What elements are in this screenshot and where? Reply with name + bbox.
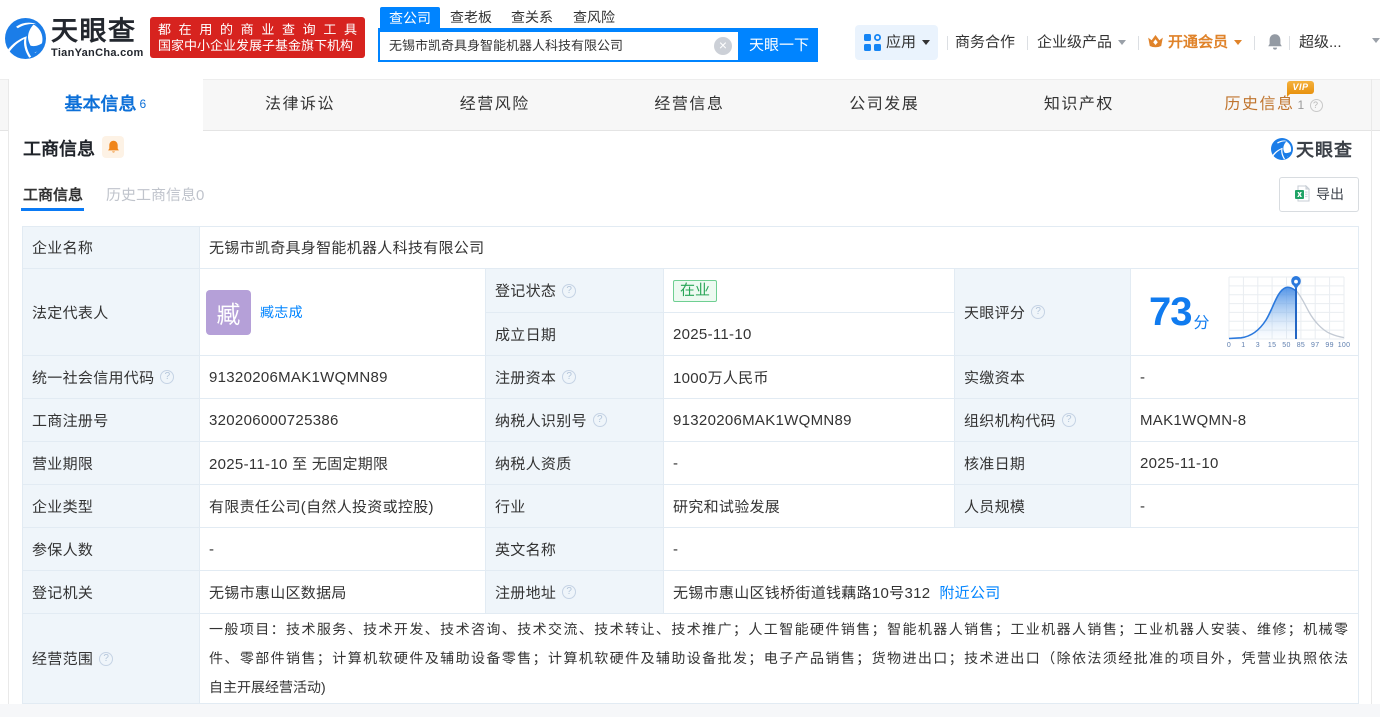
svg-text:15: 15 xyxy=(1268,342,1276,349)
svg-text:0: 0 xyxy=(1227,342,1231,349)
svg-text:50: 50 xyxy=(1282,342,1290,349)
svg-text:100: 100 xyxy=(1338,342,1351,349)
svg-text:97: 97 xyxy=(1311,342,1319,349)
svg-text:99: 99 xyxy=(1325,342,1333,349)
svg-text:3: 3 xyxy=(1256,342,1260,349)
svg-text:1: 1 xyxy=(1241,342,1245,349)
svg-text:85: 85 xyxy=(1297,342,1305,349)
